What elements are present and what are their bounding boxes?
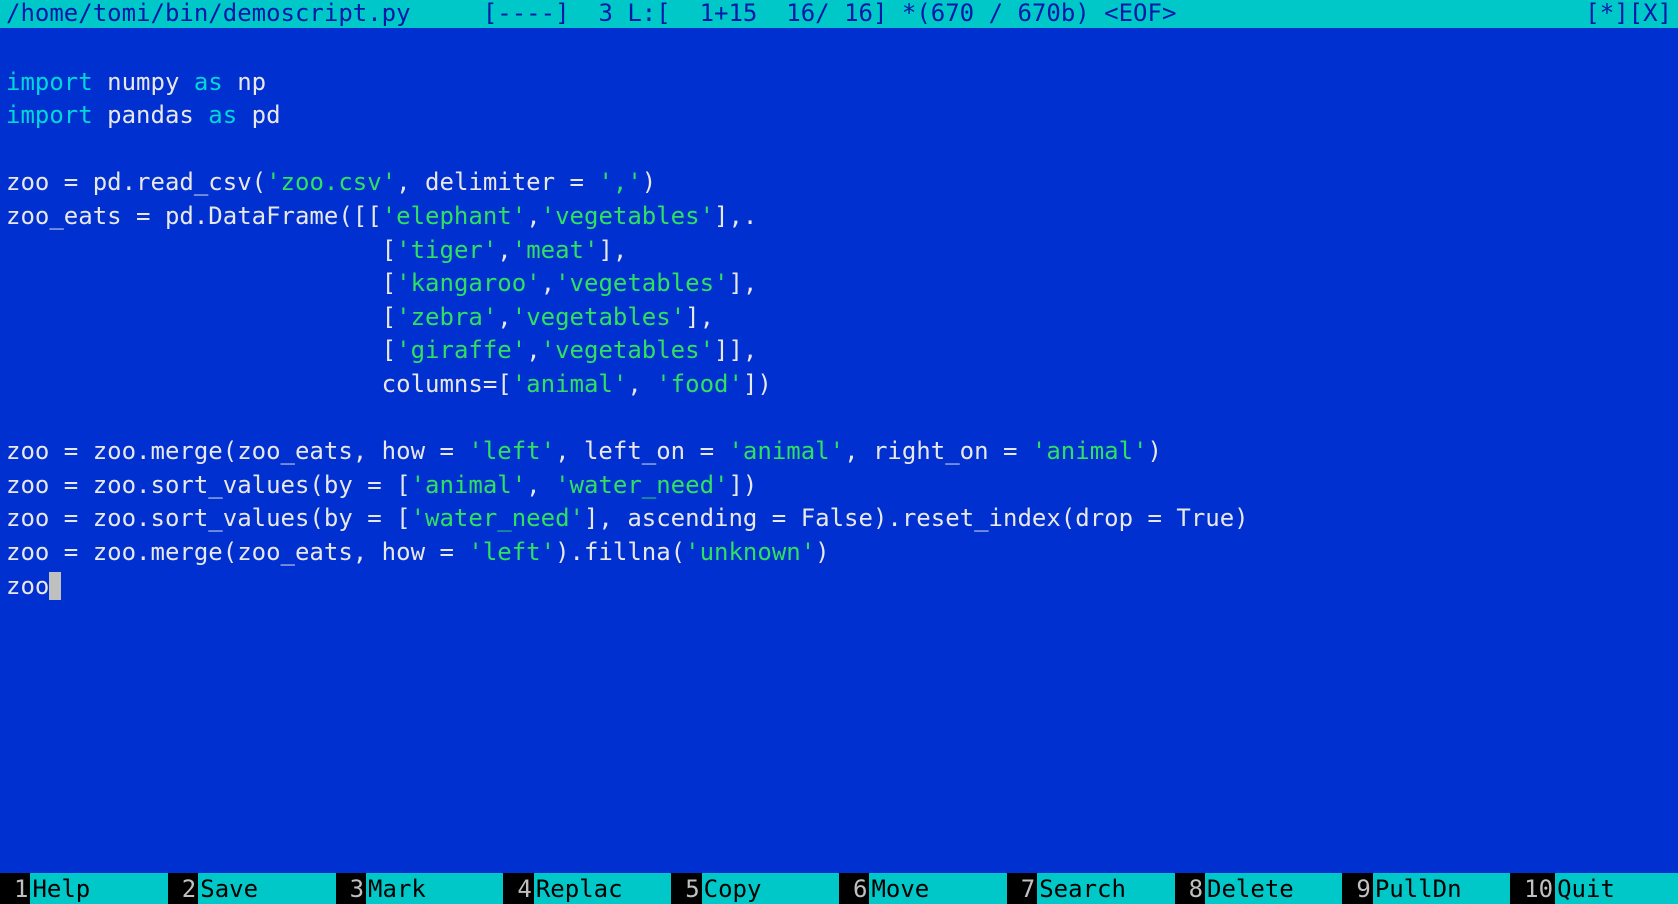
title-bar-indicators: [*][X] [1585,0,1672,31]
fnkey-number: 1 [0,873,30,904]
fnkey-9-pulldn[interactable]: 9PullDn [1342,873,1510,904]
keyword-as: as [194,68,223,96]
fnkey-label: Mark [366,873,503,904]
fnkey-6-move[interactable]: 6Move [839,873,1007,904]
fnkey-label: Help [30,873,167,904]
fnkey-label: Quit [1555,873,1678,904]
fnkey-label: Save [198,873,335,904]
function-key-bar: 1Help 2Save 3Mark 4Replac 5Copy 6Move 7S… [0,876,1678,904]
fnkey-4-replace[interactable]: 4Replac [503,873,671,904]
fnkey-label: Search [1037,873,1174,904]
fnkey-7-search[interactable]: 7Search [1007,873,1175,904]
fnkey-5-copy[interactable]: 5Copy [671,873,839,904]
fnkey-label: Copy [702,873,839,904]
fnkey-number: 2 [168,873,198,904]
fnkey-2-save[interactable]: 2Save [168,873,336,904]
text-cursor [49,572,61,600]
fnkey-number: 5 [671,873,701,904]
fnkey-number: 7 [1007,873,1037,904]
fnkey-number: 8 [1175,873,1205,904]
title-bar-left: /home/tomi/bin/demoscript.py [----] 3 L:… [6,0,1176,31]
fnkey-number: 3 [336,873,366,904]
keyword-as: as [208,101,237,129]
fnkey-3-mark[interactable]: 3Mark [336,873,504,904]
keyword-import: import [6,101,93,129]
keyword-import: import [6,68,93,96]
fnkey-number: 9 [1342,873,1372,904]
editor-area[interactable]: import numpy as np import pandas as pd z… [0,28,1678,876]
fnkey-10-quit[interactable]: 10Quit [1510,873,1678,904]
title-bar: /home/tomi/bin/demoscript.py [----] 3 L:… [0,0,1678,28]
code-content: import numpy as np import pandas as pd z… [6,66,1672,604]
fnkey-8-delete[interactable]: 8Delete [1175,873,1343,904]
fnkey-label: PullDn [1373,873,1510,904]
fnkey-number: 6 [839,873,869,904]
fnkey-number: 4 [503,873,533,904]
fnkey-1-help[interactable]: 1Help [0,873,168,904]
edit-flags: [----] [483,0,570,27]
fnkey-label: Move [869,873,1006,904]
fnkey-label: Replac [534,873,671,904]
fnkey-number: 10 [1510,873,1555,904]
cursor-position: 3 L:[ 1+15 16/ 16] *(670 / 670b) <EOF> [598,0,1176,27]
fnkey-label: Delete [1205,873,1342,904]
file-path: /home/tomi/bin/demoscript.py [6,0,411,27]
